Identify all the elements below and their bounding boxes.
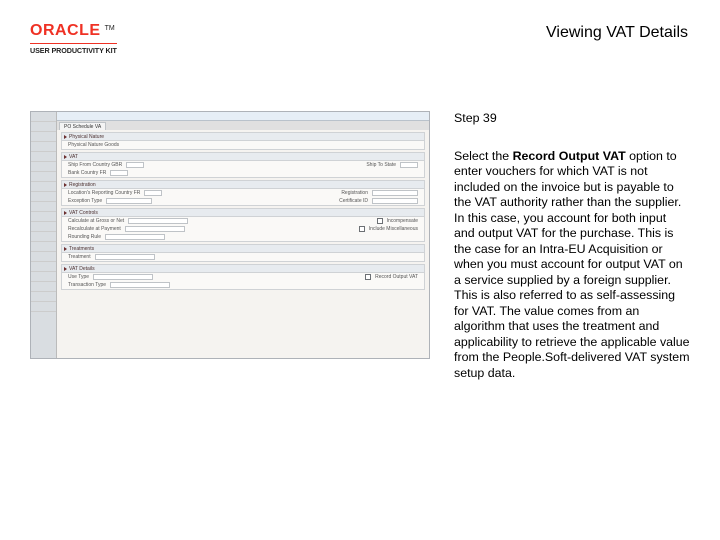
label-reg-no: Registration [341, 190, 368, 196]
label-recalc: Recalculate at Payment [68, 226, 121, 232]
label-round: Rounding Rule [68, 234, 101, 240]
label-treatment: Treatment [68, 254, 91, 260]
label-use-type: Use Type [68, 274, 89, 280]
label-incompensate: Incompensate [387, 218, 418, 224]
tab-label: PO Schedule VA [59, 122, 106, 130]
product-subtitle: USER PRODUCTIVITY KIT [30, 43, 117, 55]
label-ship-to: Ship To State [366, 162, 396, 168]
section-treatments: Treatments [69, 246, 94, 252]
label-ship-from: Ship From Country GBR [68, 162, 122, 168]
section-details: VAT Details [69, 266, 95, 272]
section-registration: Registration [69, 182, 96, 188]
step-number: Step 39 [454, 111, 690, 127]
step-instructions: Select the Record Output VAT option to e… [454, 149, 690, 382]
brand-block: ORACLE TM USER PRODUCTIVITY KIT [30, 22, 117, 55]
instruction-bold: Record Output VAT [513, 149, 626, 163]
section-controls: VAT Controls [69, 210, 98, 216]
label-calc: Calculate at Gross or Net [68, 218, 124, 224]
label-reg-country: Location's Reporting Country FR [68, 190, 140, 196]
label-bank: Bank Country FR [68, 170, 106, 176]
page-title: Viewing VAT Details [546, 24, 688, 42]
oracle-logo: ORACLE [30, 22, 101, 40]
trademark: TM [105, 25, 115, 32]
instruction-text-post: option to enter vouchers for which VAT i… [454, 149, 690, 380]
label-txn-type: Transaction Type [68, 282, 106, 288]
label-exception: Exception Type [68, 198, 102, 204]
label-include-misc: Include Miscellaneous [369, 226, 418, 232]
section-physical: Physical Nature [69, 134, 104, 140]
screenshot-thumbnail: PO Schedule VA Physical Nature Physical … [30, 111, 430, 359]
instruction-text-pre: Select the [454, 149, 513, 163]
label-record-output-vat: Record Output VAT [375, 274, 418, 280]
label-cert: Certificate ID [339, 198, 368, 204]
label-physical: Physical Nature Goods [68, 142, 119, 148]
section-vat: VAT [69, 154, 78, 160]
